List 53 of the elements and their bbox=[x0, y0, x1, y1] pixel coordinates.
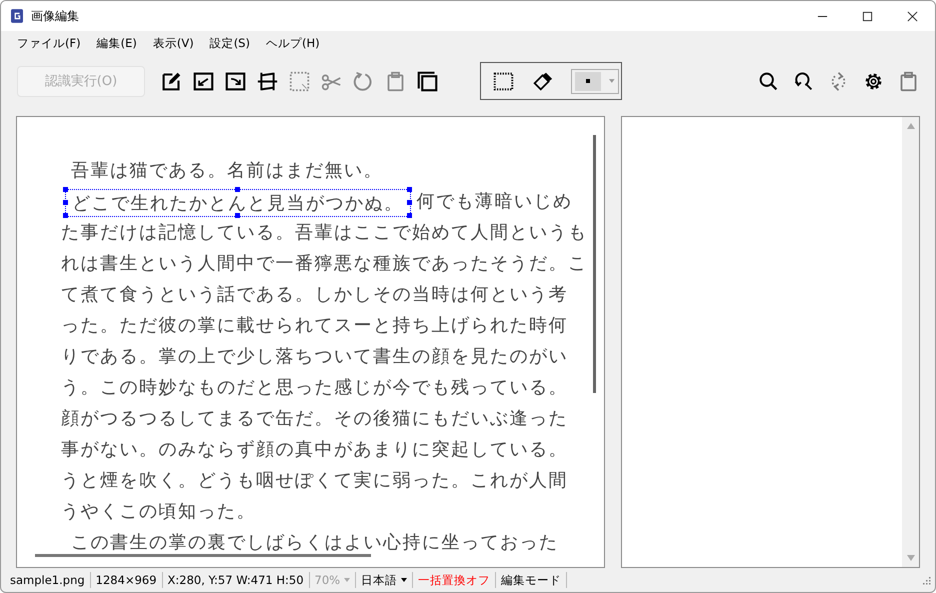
eraser-icon[interactable] bbox=[532, 70, 553, 92]
selection-handle[interactable] bbox=[234, 186, 240, 192]
search-icon[interactable] bbox=[758, 70, 779, 92]
document-text: った。ただ彼の掌に載せられてスーと持ち上げられた時何 bbox=[61, 315, 568, 335]
menu-item[interactable]: 設定(S) bbox=[202, 36, 258, 51]
document-text: この書生の掌の裏でしばらくはよい心持に坐っておった bbox=[71, 532, 558, 552]
document-text: た事だけは記憶している。吾輩はここで始めて人間というも bbox=[61, 222, 588, 242]
brush-size-swatch bbox=[586, 79, 590, 83]
document-text: うやくこの頃知った。 bbox=[61, 501, 256, 521]
vertical-scrollbar[interactable] bbox=[593, 135, 596, 393]
status-item[interactable]: X:280, Y:57 W:471 H:50 bbox=[162, 572, 310, 588]
status-item[interactable]: 1284×969 bbox=[90, 572, 163, 588]
menu-item[interactable]: 編集(E) bbox=[88, 36, 145, 51]
document-text: う。この時妙なものだと思った感じが今でも残っている。 bbox=[61, 377, 568, 397]
status-item[interactable]: 日本語 bbox=[356, 572, 414, 588]
status-item[interactable]: sample1.png bbox=[5, 572, 91, 588]
document-text: れは書生という人間中で一番獰悪な種族であったそうだ。こ bbox=[61, 253, 588, 273]
horizontal-scrollbar[interactable] bbox=[35, 554, 371, 557]
document-text: うと煙を吹く。どうも咽せぽくて実に弱った。これが人間 bbox=[61, 470, 568, 490]
document-text: 顔がつるつるしてまるで缶だ。その後猫にもだいぶ逢った bbox=[61, 408, 568, 428]
import-icon[interactable] bbox=[193, 70, 214, 92]
menu-item[interactable]: ヘルプ(H) bbox=[258, 36, 328, 51]
crop-icon[interactable] bbox=[257, 70, 278, 92]
app-icon bbox=[11, 9, 23, 23]
status-item[interactable]: 編集モード bbox=[496, 572, 568, 588]
selection-handle[interactable] bbox=[63, 212, 68, 218]
search-refresh-icon[interactable] bbox=[793, 70, 814, 92]
window-title: 画像編集 bbox=[31, 8, 79, 24]
settings-icon[interactable] bbox=[863, 70, 884, 92]
document-text: て煮て食うという話である。しかしその当時は何という考 bbox=[61, 284, 568, 304]
export-icon[interactable] bbox=[225, 70, 246, 92]
document-text: 吾輩は猫である。名前はまだ無い。 bbox=[71, 160, 383, 180]
pencil-icon[interactable] bbox=[161, 70, 182, 92]
selection-handle[interactable] bbox=[63, 186, 68, 192]
caret-icon bbox=[401, 578, 408, 582]
document-text: 何でも薄暗いじめ bbox=[416, 191, 572, 211]
selection-handle[interactable] bbox=[234, 212, 240, 218]
menu-item[interactable]: 表示(V) bbox=[144, 36, 202, 51]
text-selection-box[interactable]: どこで生れたかとんと見当がつかぬ。 bbox=[65, 188, 410, 217]
caret-icon bbox=[344, 578, 350, 582]
selection-icon[interactable] bbox=[493, 70, 514, 92]
copy-icon[interactable] bbox=[417, 70, 438, 92]
status-item[interactable]: 一括置換オフ bbox=[413, 572, 496, 588]
selection-handle[interactable] bbox=[406, 186, 412, 192]
menu-item[interactable]: ファイル(F) bbox=[9, 36, 89, 51]
document-text: どこで生れたかとんと見当がつかぬ。 bbox=[72, 192, 404, 213]
selection-handle[interactable] bbox=[406, 200, 412, 205]
document-text: 事がない。のみならず顔の真中があまりに突起している。 bbox=[61, 439, 568, 459]
caret-icon bbox=[609, 79, 615, 83]
selection-handle[interactable] bbox=[63, 200, 68, 205]
document-text: りである。掌の上で少し落ちついて書生の顔を見たのがい bbox=[61, 346, 568, 366]
selection-handle[interactable] bbox=[406, 212, 412, 218]
resize-grip-icon bbox=[922, 576, 931, 584]
